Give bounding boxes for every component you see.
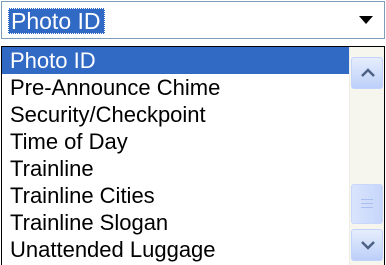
thumb-grip-line bbox=[361, 207, 373, 208]
combobox-dropdown-button[interactable] bbox=[349, 3, 383, 37]
chevron-up-icon bbox=[361, 68, 375, 77]
list-item[interactable]: Time of Day bbox=[2, 128, 349, 155]
dropdown-options: Photo ID Pre-Announce Chime Security/Che… bbox=[2, 47, 349, 265]
chevron-down-icon bbox=[361, 241, 375, 250]
thumb-grip-line bbox=[361, 199, 373, 200]
vertical-scrollbar[interactable] bbox=[349, 47, 384, 265]
combobox-selected-value: Photo ID bbox=[8, 8, 105, 34]
list-item[interactable]: Unattended Luggage bbox=[2, 236, 349, 263]
list-item[interactable]: Photo ID bbox=[2, 47, 349, 74]
list-item[interactable]: Pre-Announce Chime bbox=[2, 74, 349, 101]
list-item[interactable]: Trainline bbox=[2, 155, 349, 182]
list-item[interactable]: Trainline Slogan bbox=[2, 209, 349, 236]
dropdown-list[interactable]: Photo ID Pre-Announce Chime Security/Che… bbox=[1, 46, 385, 265]
scroll-up-button[interactable] bbox=[351, 57, 383, 89]
list-item[interactable]: Trainline Cities bbox=[2, 182, 349, 209]
thumb-grip-line bbox=[361, 203, 373, 204]
photo-type-combobox[interactable]: Photo ID bbox=[1, 1, 385, 39]
scroll-down-button[interactable] bbox=[351, 229, 383, 261]
scrollbar-thumb[interactable] bbox=[351, 184, 383, 224]
chevron-down-icon bbox=[359, 16, 373, 24]
list-item[interactable]: Security/Checkpoint bbox=[2, 101, 349, 128]
